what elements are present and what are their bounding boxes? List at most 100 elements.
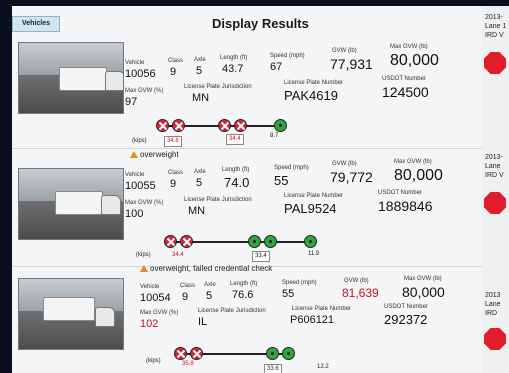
axle-ok-icon <box>282 347 295 360</box>
kips-label: (kips) <box>132 138 147 144</box>
axle-ok-icon <box>274 119 287 132</box>
vehicle-length: 76.6 <box>232 289 254 301</box>
plate-jurisdiction: MN <box>188 205 206 217</box>
label-plate: License Plate Number <box>284 193 344 199</box>
vehicle-class: 9 <box>170 178 177 190</box>
label-max-gvw: Max GVW (lb) <box>394 159 432 165</box>
vehicle-record-3[interactable]: overweight, failed credential check Vehi… <box>12 264 482 373</box>
vehicle-id: 10054 <box>140 292 171 304</box>
stop-icon <box>484 52 506 74</box>
label-gvw: GVW (lb) <box>332 161 357 167</box>
axle-diagram <box>160 232 330 252</box>
gvw-value: 79,772 <box>330 169 373 185</box>
axle-overweight-icon <box>164 235 177 248</box>
max-gvw-value: 80,000 <box>390 52 439 69</box>
vehicle-photo <box>18 168 124 240</box>
vehicle-id: 10055 <box>125 180 156 192</box>
label-jurisdiction: License Plate Jurisdiction <box>184 84 252 90</box>
axle-count: 5 <box>196 177 203 189</box>
label-length: Length (ft) <box>220 55 248 61</box>
axle-diagram <box>170 344 340 364</box>
axle-overweight-icon <box>156 119 169 132</box>
warning-icon <box>130 151 138 158</box>
vehicle-class: 9 <box>170 66 177 78</box>
label-axle: Axle <box>194 169 206 175</box>
gvw-value-over: 81,639 <box>342 286 379 300</box>
stop-icon <box>484 192 506 214</box>
max-gvw-pct-over: 102 <box>140 318 159 330</box>
axle-spacing: 8.7 <box>270 133 279 139</box>
vehicle-photo <box>18 42 124 114</box>
kips-label: (kips) <box>146 358 161 364</box>
axle-diagram <box>152 116 322 136</box>
max-gvw-pct: 100 <box>125 208 144 220</box>
label-usdot: USDOT Number <box>384 304 428 310</box>
axle-spacing: 12.2 <box>317 364 329 370</box>
usdot-number: 292372 <box>384 312 428 327</box>
axle-overweight-icon <box>180 235 193 248</box>
vehicle-class: 9 <box>182 291 189 303</box>
vehicle-speed: 67 <box>270 61 283 73</box>
kips-label: (kips) <box>136 252 151 258</box>
label-length: Length (ft) <box>230 281 258 287</box>
vehicle-speed: 55 <box>282 288 295 300</box>
vehicle-record-2[interactable]: overweight Vehicle 10055 Class 9 Axle 5 … <box>12 148 482 267</box>
axle-spacing: 33.6 <box>264 364 282 373</box>
label-usdot: USDOT Number <box>378 190 422 196</box>
vehicle-length: 43.7 <box>222 63 244 75</box>
max-gvw-pct: 97 <box>125 96 138 108</box>
usdot-number: 1889846 <box>378 198 433 214</box>
label-axle: Axle <box>204 282 216 288</box>
label-jurisdiction: License Plate Jurisdiction <box>184 197 252 203</box>
axle-overweight-icon <box>190 347 203 360</box>
axle-count: 5 <box>196 65 203 77</box>
vehicle-photo <box>18 278 124 350</box>
results-screen: Vehicles Display Results Vehicle 10056 C… <box>12 6 509 373</box>
axle-ok-icon <box>266 347 279 360</box>
label-jurisdiction: License Plate Jurisdiction <box>198 308 266 314</box>
plate-number: P606121 <box>290 314 335 326</box>
vehicle-record-1[interactable]: Vehicle 10056 Class 9 Axle 5 Length (ft)… <box>12 30 482 149</box>
vehicle-id: 10056 <box>125 68 156 80</box>
warning-icon <box>140 265 148 272</box>
max-gvw-value: 80,000 <box>402 284 445 300</box>
label-vehicle: Vehicle <box>140 284 160 290</box>
label-speed: Speed (mph) <box>282 280 317 286</box>
axle-spacing: 34.8 <box>164 136 182 147</box>
label-max-gvw-pct: Max GVW (%) <box>140 310 179 316</box>
axle-overweight-icon <box>218 119 231 132</box>
axle-ok-icon <box>248 235 261 248</box>
label-usdot: USDOT Number <box>382 76 426 82</box>
label-max-gvw: Max GVW (lb) <box>404 276 442 282</box>
label-vehicle: Vehicle <box>125 60 145 66</box>
axle-ok-icon <box>264 235 277 248</box>
plate-number: PAK4619 <box>284 88 338 103</box>
vehicle-length: 74.0 <box>224 175 250 190</box>
label-axle: Axle <box>194 57 206 63</box>
axle-spacing: 34.4 <box>226 134 244 145</box>
label-max-gvw-pct: Max GVW (%) <box>125 200 164 206</box>
adjacent-column-2: 2013- Lane IRD V <box>482 148 509 266</box>
axle-spacing: 11.9 <box>308 251 320 257</box>
plate-jurisdiction: IL <box>198 316 208 328</box>
adjacent-column-3: 2013 Lane IRD <box>482 266 509 373</box>
axle-spacing: 34.4 <box>172 252 184 258</box>
label-max-gvw: Max GVW (lb) <box>390 44 428 50</box>
label-max-gvw-pct: Max GVW (%) <box>125 88 164 94</box>
axle-spacing: 35.8 <box>182 361 194 367</box>
warning-message: overweight, failed credential check <box>140 264 272 273</box>
axle-ok-icon <box>304 235 317 248</box>
warning-message: overweight <box>130 150 179 159</box>
axle-spacing: 33.4 <box>252 251 270 262</box>
label-class: Class <box>180 283 196 289</box>
label-plate: License Plate Number <box>292 306 352 312</box>
plate-jurisdiction: MN <box>192 92 210 104</box>
label-plate: License Plate Number <box>284 80 344 86</box>
vehicle-speed: 55 <box>274 173 289 188</box>
adjacent-column-1: 2013- Lane 1 IRD V <box>482 6 509 148</box>
label-length: Length (ft) <box>222 167 250 173</box>
axle-overweight-icon <box>172 119 185 132</box>
plate-number: PAL9524 <box>284 201 337 216</box>
label-speed: Speed (mph) <box>270 53 305 59</box>
label-vehicle: Vehicle <box>125 172 145 178</box>
